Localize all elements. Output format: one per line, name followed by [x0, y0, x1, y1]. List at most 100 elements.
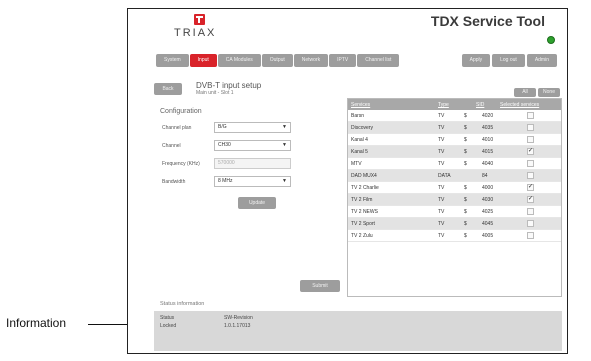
service-name: TV 2 NEWS — [351, 209, 378, 215]
table-row[interactable]: Discovery TV $4035 — [348, 122, 561, 134]
back-button[interactable]: Back — [154, 83, 182, 95]
nav-actions: Apply Log out Admin — [461, 54, 557, 67]
triax-logo-icon — [194, 14, 205, 25]
table-row[interactable]: Barsn TV $4020 — [348, 110, 561, 122]
service-name: DAD MUX4 — [351, 173, 377, 179]
service-type: TV — [438, 185, 445, 191]
service-type: TV — [438, 161, 445, 167]
select-service-checkbox[interactable] — [527, 220, 534, 227]
service-type: TV — [438, 113, 445, 119]
locked-value: 1.0.1.17013 — [224, 323, 251, 329]
select-service-checkbox[interactable] — [527, 208, 534, 215]
service-scrambled: $ — [464, 149, 467, 155]
status-information-title: Status information — [160, 301, 205, 307]
apply-button[interactable]: Apply — [461, 54, 491, 67]
select-service-checkbox[interactable] — [527, 112, 534, 119]
service-sid: 4020 — [482, 113, 494, 119]
table-row[interactable]: TV 2 Sport TV $4045 — [348, 218, 561, 230]
service-sid: 4045 — [482, 221, 494, 227]
tab-iptv[interactable]: IPTV — [329, 54, 357, 67]
select-service-checkbox[interactable] — [527, 136, 534, 143]
service-name: Discovery — [351, 125, 373, 131]
table-row[interactable]: MTV TV $4040 — [348, 158, 561, 170]
service-name: TV 2 Zulu — [351, 233, 373, 239]
select-service-checkbox[interactable] — [527, 232, 534, 239]
tab-input[interactable]: Input — [189, 54, 217, 67]
service-type: DATA — [438, 173, 451, 179]
table-row[interactable]: Kanal 4 TV $4010 — [348, 134, 561, 146]
services-table-body: Barsn TV $4020 Discovery TV $4035 Kanal 4 TV $40… — [348, 110, 561, 242]
service-scrambled: $ — [464, 137, 467, 143]
select-service-checkbox[interactable]: ✓ — [527, 196, 534, 203]
page-subtitle: Main unit - Slot 1 — [196, 90, 234, 96]
service-name: TV 2 Sport — [351, 221, 375, 227]
table-row[interactable]: DAD MUX4 DATA 84 — [348, 170, 561, 182]
service-type: TV — [438, 125, 445, 131]
select-service-checkbox[interactable] — [527, 160, 534, 167]
table-row[interactable]: TV 2 Film TV $4030 ✓ — [348, 194, 561, 206]
tab-network[interactable]: Network — [293, 54, 329, 67]
tab-output[interactable]: Output — [261, 54, 293, 67]
table-row[interactable]: TV 2 Charlie TV $4000 ✓ — [348, 182, 561, 194]
logo-text: TRIAX — [174, 27, 217, 39]
dropdown-arrow-icon: ▼ — [282, 124, 287, 130]
table-row[interactable]: TV 2 NEWS TV $4025 — [348, 206, 561, 218]
column-selected-services[interactable]: Selected services — [500, 102, 539, 108]
select-service-checkbox[interactable]: ✓ — [527, 148, 534, 155]
service-sid: 4010 — [482, 137, 494, 143]
bandwidth-select[interactable]: 8 MHz ▼ — [214, 176, 291, 187]
information-callout-label: Information — [6, 316, 67, 330]
submit-button[interactable]: Submit — [300, 280, 340, 292]
service-tool-window: TRIAX TDX Service Tool System Input CA M… — [127, 8, 568, 354]
tab-ca-modules[interactable]: CA Modules — [217, 54, 261, 67]
bandwidth-label: Bandwidth — [162, 179, 186, 185]
select-none-button[interactable]: None — [538, 88, 560, 97]
connection-status-icon — [547, 36, 555, 44]
service-sid: 4030 — [482, 197, 494, 203]
services-table: Services Type SID Selected services Bars… — [347, 98, 562, 297]
locked-key: Locked — [160, 323, 177, 329]
tab-channel-list[interactable]: Channel list — [357, 54, 400, 67]
column-services[interactable]: Services — [351, 102, 370, 108]
app-title: TDX Service Tool — [430, 13, 545, 29]
service-sid: 4000 — [482, 185, 494, 191]
channel-plan-select[interactable]: B/G ▼ — [214, 122, 291, 133]
bandwidth-value: 8 MHz — [218, 178, 233, 184]
service-name: Kanal 4 — [351, 137, 368, 143]
service-sid: 4040 — [482, 161, 494, 167]
channel-plan-label: Channel plan — [162, 125, 192, 131]
service-scrambled: $ — [464, 113, 467, 119]
admin-button[interactable]: Admin — [526, 54, 557, 67]
service-scrambled: $ — [464, 209, 467, 215]
service-name: MTV — [351, 161, 362, 167]
table-row[interactable]: Kanal 5 TV $4015 ✓ — [348, 146, 561, 158]
configuration-heading: Configuration — [160, 108, 202, 115]
table-row[interactable]: TV 2 Zulu TV $4005 — [348, 230, 561, 242]
service-scrambled: $ — [464, 125, 467, 131]
select-service-checkbox[interactable] — [527, 172, 534, 179]
column-sid[interactable]: SID — [476, 102, 484, 108]
service-scrambled: $ — [464, 161, 467, 167]
service-type: TV — [438, 137, 445, 143]
frequency-label: Frequency (KHz) — [162, 161, 200, 167]
select-service-checkbox[interactable]: ✓ — [527, 184, 534, 191]
logout-button[interactable]: Log out — [492, 54, 525, 67]
service-scrambled: $ — [464, 197, 467, 203]
frequency-field[interactable]: 570000 — [214, 158, 291, 169]
service-type: TV — [438, 149, 445, 155]
service-type: TV — [438, 233, 445, 239]
service-scrambled: $ — [464, 221, 467, 227]
update-button[interactable]: Update — [238, 197, 276, 209]
select-service-checkbox[interactable] — [527, 124, 534, 131]
column-type[interactable]: Type — [438, 102, 449, 108]
select-all-button[interactable]: All — [514, 88, 536, 97]
service-name: Kanal 5 — [351, 149, 368, 155]
service-sid: 4035 — [482, 125, 494, 131]
service-scrambled: $ — [464, 233, 467, 239]
status-key: Status — [160, 315, 175, 321]
channel-select[interactable]: CH30 ▼ — [214, 140, 291, 151]
service-type: TV — [438, 221, 445, 227]
service-type: TV — [438, 197, 445, 203]
dropdown-arrow-icon: ▼ — [282, 178, 287, 184]
tab-system[interactable]: System — [156, 54, 189, 67]
